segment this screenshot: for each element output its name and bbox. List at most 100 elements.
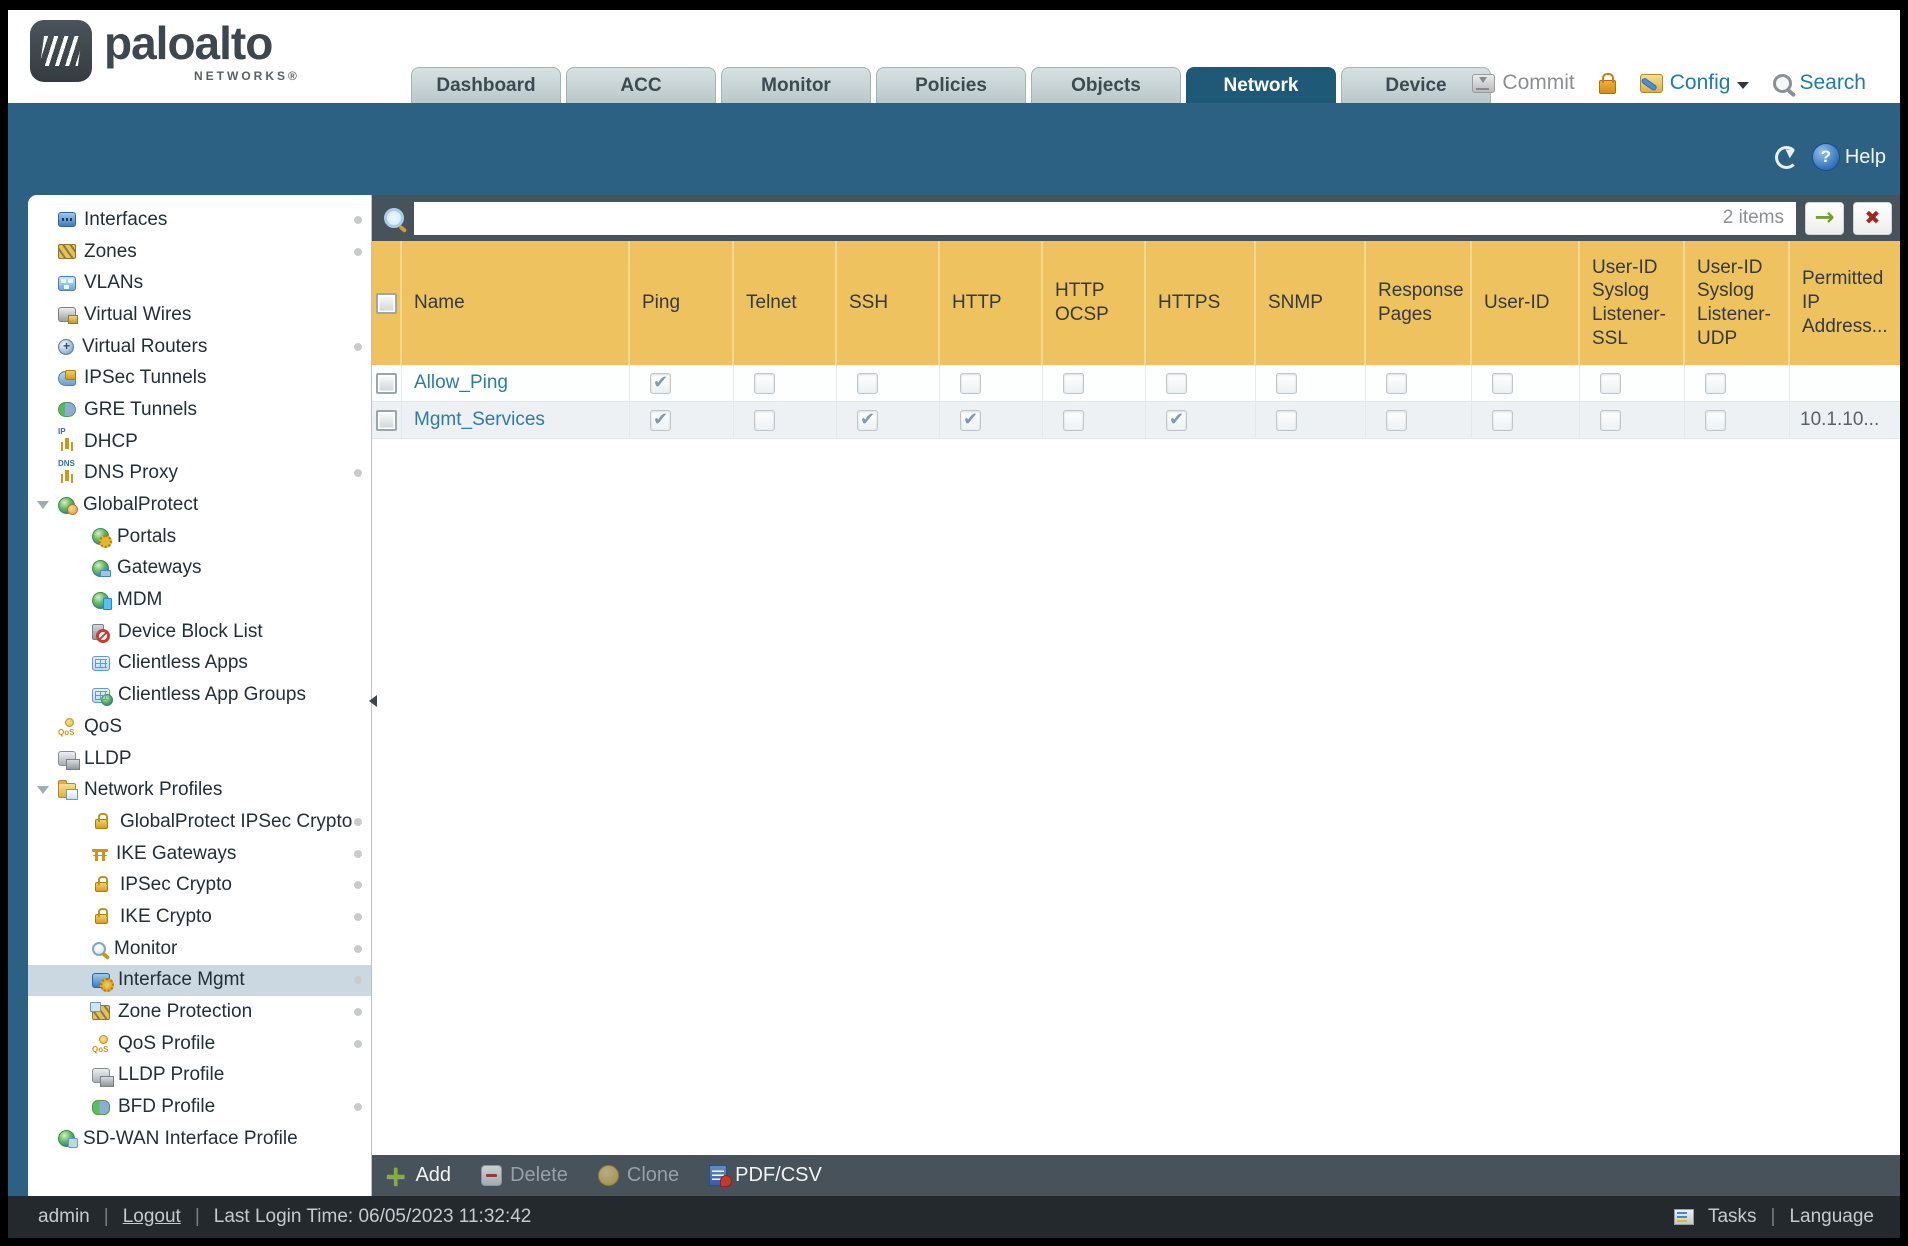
response_pages-checkbox[interactable] <box>1386 372 1407 394</box>
items-count: 2 items <box>1722 207 1784 228</box>
column-header-user_id[interactable]: User-ID <box>1472 241 1580 365</box>
sidebar-item-vlans[interactable]: VLANs <box>28 267 371 299</box>
https-checkbox[interactable] <box>1166 372 1187 394</box>
sidebar-item-sd-wan-interface-profile[interactable]: SD-WAN Interface Profile <box>28 1123 371 1155</box>
column-header-snmp[interactable]: SNMP <box>1256 241 1366 365</box>
sidebar-item-gre-tunnels[interactable]: GRE Tunnels <box>28 394 371 426</box>
config-menu-button[interactable]: Config <box>1639 71 1750 95</box>
sidebar-item-interfaces[interactable]: Interfaces <box>28 204 371 236</box>
logout-link[interactable]: Logout <box>123 1206 181 1228</box>
sidebar-item-virtual-wires[interactable]: Virtual Wires <box>28 299 371 331</box>
sidebar-item-network-profiles[interactable]: Network Profiles <box>28 774 371 806</box>
global-search-button[interactable]: Search <box>1773 71 1866 95</box>
tab-device[interactable]: Device <box>1341 67 1491 103</box>
sidebar-item-mdm[interactable]: MDM <box>28 584 371 616</box>
row-select-checkbox[interactable] <box>376 409 397 431</box>
tab-acc[interactable]: ACC <box>566 67 716 103</box>
http-checkbox[interactable] <box>960 409 981 431</box>
sidebar-item-ipsec-crypto[interactable]: IPSec Crypto <box>28 869 371 901</box>
refresh-icon[interactable] <box>1774 145 1798 169</box>
column-header-name[interactable]: Name <box>402 241 630 365</box>
sidebar-item-dhcp[interactable]: DHCP <box>28 426 371 458</box>
https-checkbox[interactable] <box>1166 409 1187 431</box>
uid_syslog_udp-checkbox[interactable] <box>1705 409 1726 431</box>
sidebar-item-zones[interactable]: Zones <box>28 236 371 268</box>
sidebar-item-bfd-profile[interactable]: BFD Profile <box>28 1091 371 1123</box>
snmp-checkbox[interactable] <box>1276 409 1297 431</box>
sidebar-item-clientless-apps[interactable]: Clientless Apps <box>28 648 371 680</box>
column-header-ssh[interactable]: SSH <box>837 241 940 365</box>
telnet-checkbox[interactable] <box>754 409 775 431</box>
tasks-link[interactable]: Tasks <box>1708 1206 1757 1228</box>
tab-monitor[interactable]: Monitor <box>721 67 871 103</box>
pdf-csv-button[interactable]: PDF/CSV <box>709 1164 822 1187</box>
add-button[interactable]: + Add <box>384 1161 451 1189</box>
http_ocsp-checkbox[interactable] <box>1063 409 1084 431</box>
sidebar-item-lldp[interactable]: LLDP <box>28 743 371 775</box>
ping-checkbox[interactable] <box>650 372 671 394</box>
sidebar-item-clientless-app-groups[interactable]: Clientless App Groups <box>28 679 371 711</box>
sidebar-item-gateways[interactable]: Gateways <box>28 553 371 585</box>
http-checkbox[interactable] <box>960 372 981 394</box>
telnet-checkbox[interactable] <box>754 372 775 394</box>
column-header-http[interactable]: HTTP <box>940 241 1043 365</box>
ssh-checkbox[interactable] <box>857 409 878 431</box>
expand-arrow-icon[interactable] <box>37 501 49 510</box>
user_id-checkbox[interactable] <box>1492 372 1513 394</box>
ssh-checkbox[interactable] <box>857 372 878 394</box>
column-header-https[interactable]: HTTPS <box>1146 241 1256 365</box>
sidebar-item-globalprotect[interactable]: GlobalProtect <box>28 489 371 521</box>
tab-network[interactable]: Network <box>1186 67 1336 103</box>
clear-filter-button[interactable]: ✖ <box>1853 201 1892 235</box>
ping-checkbox[interactable] <box>650 409 671 431</box>
sidebar-item-virtual-routers[interactable]: Virtual Routers <box>28 331 371 363</box>
sidebar-item-monitor[interactable]: Monitor <box>28 933 371 965</box>
sidebar-collapse-arrow[interactable] <box>369 695 377 707</box>
row-select-checkbox[interactable] <box>376 372 397 394</box>
uid_syslog_ssl-checkbox[interactable] <box>1600 409 1621 431</box>
column-header-uid_syslog_udp[interactable]: User-ID Syslog Listener-UDP <box>1685 241 1790 365</box>
http_ocsp-checkbox[interactable] <box>1063 372 1084 394</box>
column-header-select[interactable] <box>372 241 402 365</box>
tab-policies[interactable]: Policies <box>876 67 1026 103</box>
column-header-ping[interactable]: Ping <box>630 241 734 365</box>
column-header-response_pages[interactable]: Response Pages <box>1366 241 1472 365</box>
column-header-http_ocsp[interactable]: HTTP OCSP <box>1043 241 1146 365</box>
response_pages-checkbox[interactable] <box>1386 409 1407 431</box>
sidebar-item-ike-gateways[interactable]: IKE Gateways <box>28 838 371 870</box>
profile-name-link[interactable]: Mgmt_Services <box>402 409 545 431</box>
uid_syslog_ssl-checkbox[interactable] <box>1600 372 1621 394</box>
sidebar-item-label: Monitor <box>114 937 178 959</box>
profile-name-link[interactable]: Allow_Ping <box>402 372 508 394</box>
column-header-label: Name <box>414 292 465 314</box>
sidebar-item-globalprotect-ipsec-crypto[interactable]: GlobalProtect IPSec Crypto <box>28 806 371 838</box>
expand-arrow-icon[interactable] <box>37 786 49 795</box>
sidebar-item-dns-proxy[interactable]: DNS Proxy <box>28 458 371 490</box>
tab-objects[interactable]: Objects <box>1031 67 1181 103</box>
user_id-checkbox[interactable] <box>1492 409 1513 431</box>
sidebar-item-qos-profile[interactable]: QoS Profile <box>28 1028 371 1060</box>
config-lock-button[interactable] <box>1598 72 1616 94</box>
sidebar-item-ike-crypto[interactable]: IKE Crypto <box>28 901 371 933</box>
filter-search-input[interactable] <box>414 201 1796 235</box>
clone-button[interactable]: Clone <box>597 1164 679 1187</box>
sidebar-item-lldp-profile[interactable]: LLDP Profile <box>28 1060 371 1092</box>
column-header-telnet[interactable]: Telnet <box>734 241 837 365</box>
tab-dashboard[interactable]: Dashboard <box>411 67 561 103</box>
sidebar-item-zone-protection[interactable]: Zone Protection <box>28 996 371 1028</box>
sidebar-item-device-block-list[interactable]: Device Block List <box>28 616 371 648</box>
sidebar-item-qos[interactable]: QoS <box>28 711 371 743</box>
sidebar-item-portals[interactable]: Portals <box>28 521 371 553</box>
language-link[interactable]: Language <box>1789 1206 1874 1228</box>
uid_syslog_udp-checkbox[interactable] <box>1705 372 1726 394</box>
select-all-checkbox[interactable] <box>375 292 397 314</box>
delete-button[interactable]: Delete <box>481 1164 568 1187</box>
commit-button[interactable]: Commit <box>1472 71 1575 95</box>
column-header-uid_syslog_ssl[interactable]: User-ID Syslog Listener-SSL <box>1580 241 1685 365</box>
sidebar-item-ipsec-tunnels[interactable]: IPSec Tunnels <box>28 362 371 394</box>
apply-filter-button[interactable]: → <box>1805 201 1844 235</box>
column-header-permitted_ip[interactable]: Permitted IP Address... <box>1790 241 1900 365</box>
sidebar-item-interface-mgmt[interactable]: Interface Mgmt <box>28 964 371 997</box>
snmp-checkbox[interactable] <box>1276 372 1297 394</box>
help-button[interactable]: ? Help <box>1811 143 1886 171</box>
